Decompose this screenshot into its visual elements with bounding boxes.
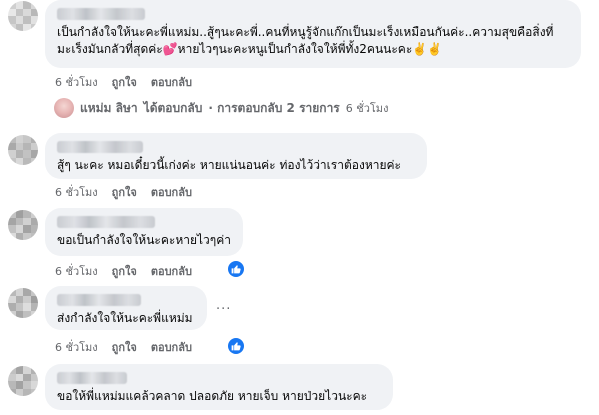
comment-actions: 6 ชั่วโมง ถูกใจ ตอบกลับ bbox=[55, 338, 192, 356]
thumbs-up-icon bbox=[231, 265, 241, 274]
comment-bubble: ส่งกำลังใจให้นะคะพี่แหม่ม bbox=[45, 286, 207, 330]
like-link[interactable]: ถูกใจ bbox=[112, 262, 137, 280]
avatar[interactable] bbox=[8, 210, 38, 240]
replies-summary[interactable]: แหม่ม ลิษา ได้ตอบกลับ · การตอบกลับ 2 ราย… bbox=[54, 98, 388, 118]
comment-bubble: เป็นกำลังใจให้นะคะพี่แหม่ม..สู้ๆนะคะพี่.… bbox=[45, 0, 581, 68]
comment-actions: 6 ชั่วโมง ถูกใจ ตอบกลับ bbox=[55, 73, 192, 91]
comment-text: ขอให้พี่แหม่มแคล้วคลาด ปลอดภัย หายเจ็บ ห… bbox=[57, 389, 368, 403]
comment-text: สู้ๆ นะคะ หมอเดี๋ยวนี้เก่งค่ะ หายแน่นอนค… bbox=[57, 158, 401, 172]
reply-link[interactable]: ตอบกลับ bbox=[151, 183, 192, 201]
comment-bubble: สู้ๆ นะคะ หมอเดี๋ยวนี้เก่งค่ะ หายแน่นอนค… bbox=[45, 133, 427, 179]
commenter-name[interactable] bbox=[57, 8, 145, 20]
comment-text: เป็นกำลังใจให้นะคะพี่แหม่ม..สู้ๆนะคะพี่.… bbox=[57, 25, 554, 56]
reply-link[interactable]: ตอบกลับ bbox=[151, 262, 192, 280]
comment-actions: 6 ชั่วโมง ถูกใจ ตอบกลับ bbox=[55, 262, 192, 280]
comment-time[interactable]: 6 ชั่วโมง bbox=[55, 183, 98, 201]
reply-action: ได้ตอบกลับ bbox=[143, 100, 203, 115]
commenter-name[interactable] bbox=[57, 294, 141, 306]
reply-avatar bbox=[54, 98, 74, 118]
avatar[interactable] bbox=[8, 1, 38, 31]
like-reaction-badge[interactable] bbox=[228, 338, 244, 354]
comment-bubble: ขอให้พี่แหม่มแคล้วคลาด ปลอดภัย หายเจ็บ ห… bbox=[45, 364, 393, 410]
commenter-name[interactable] bbox=[57, 372, 127, 384]
more-options-icon[interactable]: ··· bbox=[216, 302, 231, 317]
reply-time: 6 ชั่วโมง bbox=[345, 102, 389, 115]
comment-bubble: ขอเป็นกำลังใจให้นะคะหายไวๆค่า bbox=[45, 208, 243, 256]
comment-time[interactable]: 6 ชั่วโมง bbox=[55, 338, 98, 356]
comment-time[interactable]: 6 ชั่วโมง bbox=[55, 262, 98, 280]
like-reaction-badge[interactable] bbox=[228, 261, 244, 277]
avatar[interactable] bbox=[8, 135, 38, 165]
reply-link[interactable]: ตอบกลับ bbox=[151, 73, 192, 91]
reply-link[interactable]: ตอบกลับ bbox=[151, 338, 192, 356]
replier-name: แหม่ม ลิษา bbox=[80, 100, 138, 115]
like-link[interactable]: ถูกใจ bbox=[112, 338, 137, 356]
commenter-name[interactable] bbox=[57, 216, 155, 228]
thumbs-up-icon bbox=[231, 342, 241, 351]
avatar[interactable] bbox=[8, 366, 38, 396]
comment-actions: 6 ชั่วโมง ถูกใจ ตอบกลับ bbox=[55, 183, 192, 201]
comment-text: ขอเป็นกำลังใจให้นะคะหายไวๆค่า bbox=[57, 233, 231, 247]
comment-time[interactable]: 6 ชั่วโมง bbox=[55, 73, 98, 91]
comment-text: ส่งกำลังใจให้นะคะพี่แหม่ม bbox=[57, 311, 193, 325]
reply-count: · การตอบกลับ 2 รายการ bbox=[208, 100, 340, 115]
like-link[interactable]: ถูกใจ bbox=[112, 183, 137, 201]
like-link[interactable]: ถูกใจ bbox=[112, 73, 137, 91]
commenter-name[interactable] bbox=[57, 141, 143, 153]
avatar[interactable] bbox=[8, 288, 38, 318]
